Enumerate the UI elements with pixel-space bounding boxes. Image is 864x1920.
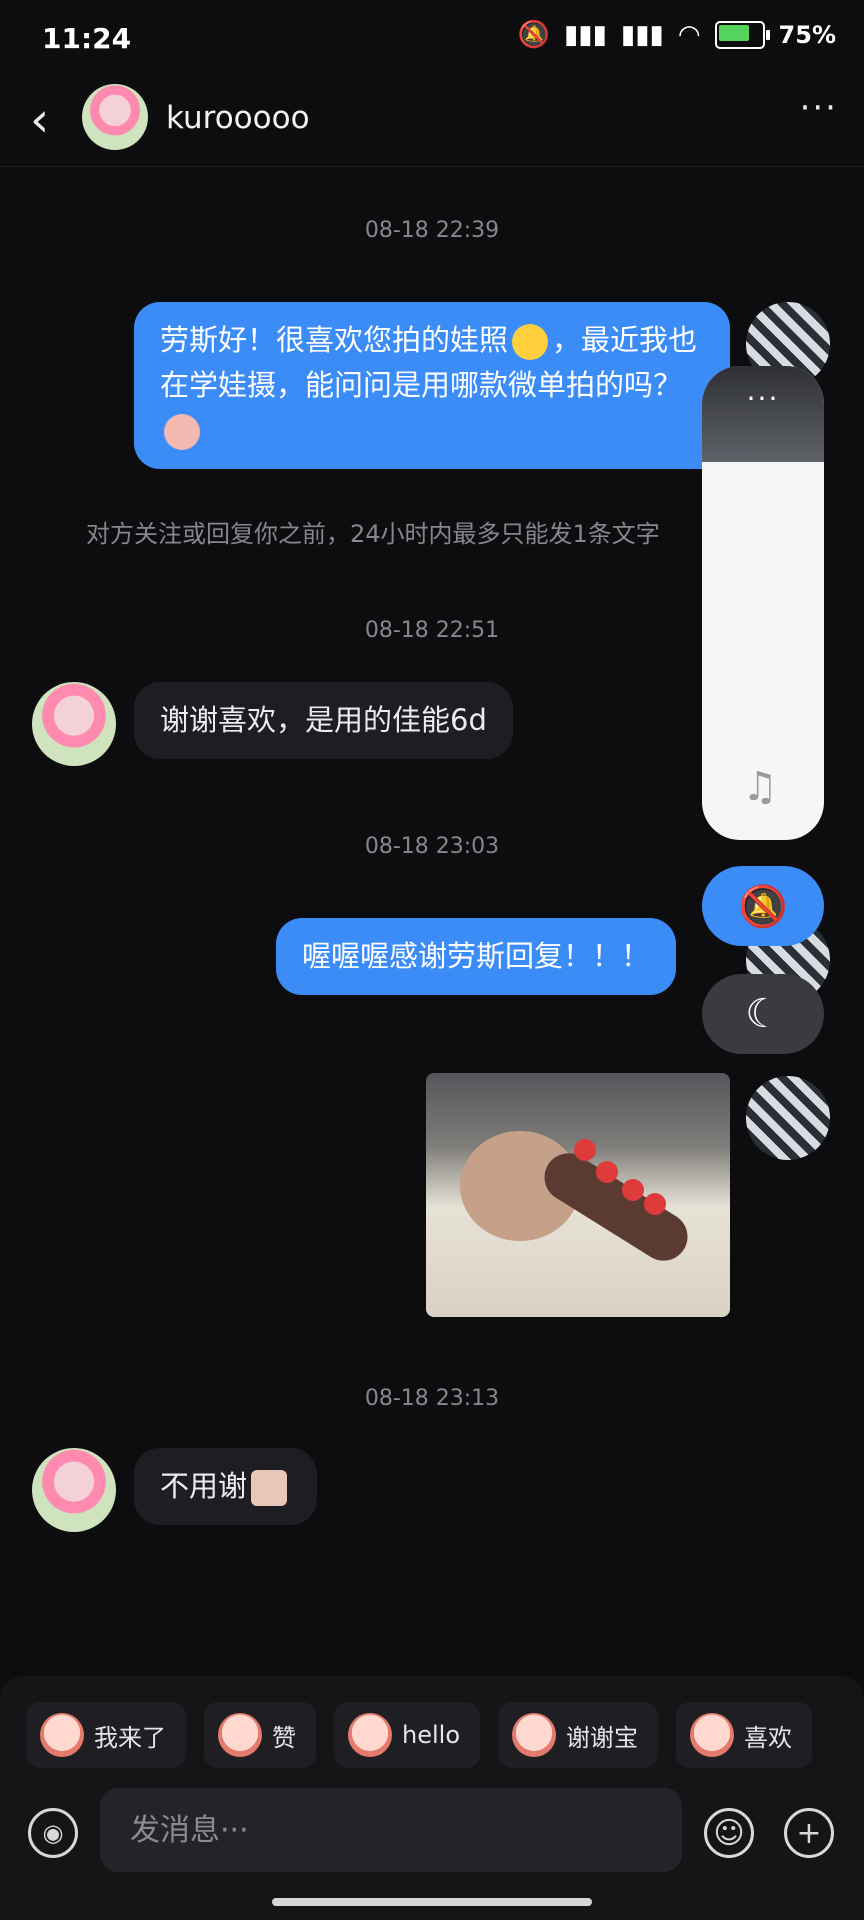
smile-icon: ☺ — [713, 1815, 745, 1851]
bell-off-icon: 🔕 — [738, 883, 788, 930]
rose-icon — [622, 1179, 644, 1201]
more-icon[interactable]: ··· — [747, 382, 780, 462]
mute-icon: 🔕 — [517, 20, 550, 50]
sticker-emoji-icon — [164, 414, 200, 450]
input-row: ◉ ☺ + — [0, 1788, 864, 1878]
avatar[interactable] — [32, 682, 116, 766]
music-note-icon[interactable]: ♫ — [742, 764, 778, 810]
quick-reply-chip[interactable]: 赞 — [204, 1702, 316, 1768]
back-button[interactable]: ‹ — [30, 96, 49, 144]
battery-percent: 75% — [778, 21, 836, 49]
quick-reply-chip[interactable]: hello — [334, 1702, 480, 1768]
rose-icon — [574, 1139, 596, 1161]
rose-icon — [596, 1161, 618, 1183]
sticker-icon — [512, 1713, 556, 1757]
battery-icon — [714, 21, 770, 49]
plus-icon: + — [796, 1815, 822, 1851]
emoji-button[interactable]: ☺ — [704, 1808, 754, 1858]
voice-button[interactable]: ◉ — [28, 1808, 78, 1858]
composer-area: 我来了 赞 hello 谢谢宝 喜欢 ◉ ☺ + — [0, 1676, 864, 1920]
more-button[interactable]: ··· — [800, 88, 838, 128]
message-bubble-sent[interactable]: 劳斯好！很喜欢您拍的娃照 ，最近我也在学娃摄，能问问是用哪款微单拍的吗？ — [134, 302, 730, 469]
mute-toggle-button[interactable]: 🔕 — [702, 866, 824, 946]
moon-icon: ☾ — [745, 991, 781, 1037]
notice-text: 对方关注或回复你之前，24小时内最多只能发1条文字 — [86, 520, 660, 548]
plus-button[interactable]: + — [784, 1808, 834, 1858]
quick-reply-chip[interactable]: 我来了 — [26, 1702, 186, 1768]
message-bubble-received[interactable]: 谢谢喜欢，是用的佳能6d — [134, 682, 513, 759]
sticker-emoji-icon — [251, 1470, 288, 1506]
sticker-icon — [690, 1713, 734, 1757]
timestamp: 08-18 23:13 — [364, 1386, 500, 1411]
sticker-icon — [40, 1713, 84, 1757]
avatar[interactable] — [746, 1076, 830, 1160]
status-icons: 🔕 ▮▮▮ ▮▮▮ ◠ 75% — [518, 20, 836, 50]
status-bar: 11:24 🔕 ▮▮▮ ▮▮▮ ◠ 75% — [0, 0, 864, 80]
floating-volume-panel[interactable]: ··· ♫ — [702, 366, 824, 840]
sticker-icon — [348, 1713, 392, 1757]
blush-emoji-icon — [512, 324, 549, 360]
message-input[interactable] — [100, 1788, 682, 1872]
wifi-icon: ◠ — [677, 20, 701, 50]
sticker-icon — [218, 1713, 262, 1757]
signal-icon: ▮▮▮ — [620, 20, 664, 50]
quick-reply-chip[interactable]: 谢谢宝 — [498, 1702, 658, 1768]
timestamp: 08-18 22:39 — [364, 218, 500, 243]
dnd-toggle-button[interactable]: ☾ — [702, 974, 824, 1054]
signal-icon: ▮▮▮ — [563, 20, 607, 50]
rose-icon — [644, 1193, 666, 1215]
avatar[interactable] — [82, 84, 148, 150]
status-time: 11:24 — [42, 22, 132, 55]
message-bubble-sent[interactable]: 喔喔喔感谢劳斯回复！！！ — [276, 918, 677, 995]
quick-reply-chip[interactable]: 喜欢 — [676, 1702, 812, 1768]
chat-username[interactable]: kurooooo — [166, 100, 310, 136]
chat-header: ‹ kurooooo ··· — [0, 80, 864, 167]
quick-reply-list: 我来了 赞 hello 谢谢宝 喜欢 — [26, 1702, 812, 1768]
home-indicator[interactable] — [272, 1898, 592, 1906]
panel-header[interactable]: ··· — [702, 366, 824, 462]
voice-icon: ◉ — [42, 1819, 64, 1847]
image-message[interactable] — [426, 1073, 730, 1317]
message-bubble-received[interactable]: 不用谢 — [134, 1448, 318, 1525]
avatar[interactable] — [32, 1448, 116, 1532]
